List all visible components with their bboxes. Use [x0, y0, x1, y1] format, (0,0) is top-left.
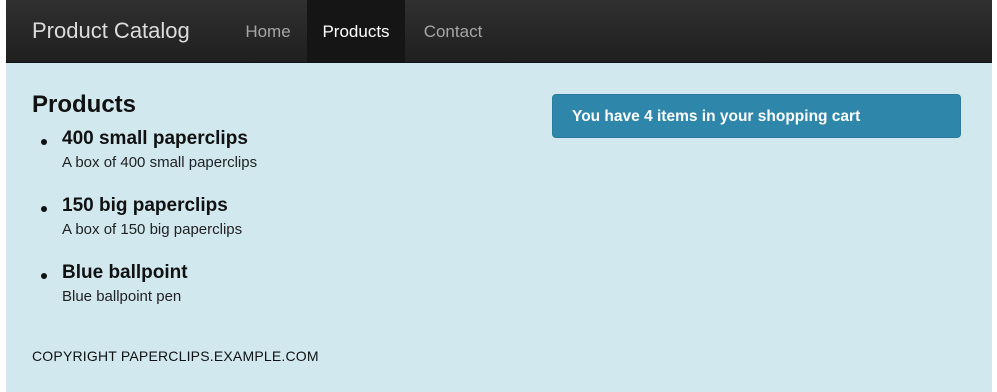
product-item: 150 big paperclips A box of 150 big pape… — [32, 193, 452, 260]
copyright-footer: COPYRIGHT PAPERCLIPS.EXAMPLE.COM — [32, 348, 319, 364]
bullet-icon — [41, 273, 47, 279]
bullet-icon — [41, 206, 47, 212]
bullet-icon — [41, 139, 47, 145]
nav-products-link[interactable]: Products — [307, 0, 405, 62]
product-name: Blue ballpoint — [62, 262, 188, 283]
cart-summary-banner[interactable]: You have 4 items in your shopping cart — [552, 94, 961, 138]
nav-contact-link[interactable]: Contact — [408, 0, 498, 62]
product-description: A box of 150 big paperclips — [62, 221, 243, 238]
product-description: Blue ballpoint pen — [62, 288, 182, 305]
product-item: Blue ballpoint Blue ballpoint pen — [32, 260, 452, 327]
page-title: Products — [32, 91, 137, 118]
product-item: 400 small paperclips A box of 400 small … — [32, 126, 452, 193]
product-name: 150 big paperclips — [62, 195, 228, 216]
browser-viewport: Product Catalog Home Products Contact Pr… — [6, 0, 992, 392]
brand-link[interactable]: Product Catalog — [32, 0, 190, 62]
product-list: 400 small paperclips A box of 400 small … — [32, 126, 452, 327]
product-description: A box of 400 small paperclips — [62, 154, 258, 171]
nav-home-link[interactable]: Home — [232, 0, 304, 62]
top-navbar: Product Catalog Home Products Contact — [6, 0, 992, 63]
product-name: 400 small paperclips — [62, 128, 248, 149]
